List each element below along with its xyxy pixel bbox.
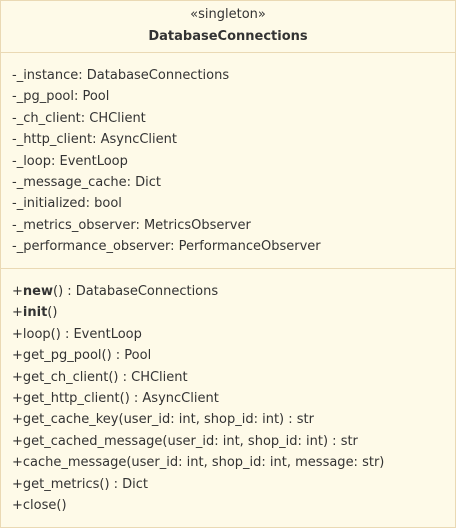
attribute-performance-observer: -_performance_observer: PerformanceObser… [12, 239, 321, 255]
attribute-message-cache: -_message_cache: Dict [12, 175, 161, 191]
method-get-cache-key: +get_cache_key(user_id: int, shop_id: in… [12, 412, 314, 428]
stereotype-label: «singleton» [190, 7, 266, 22]
method-new-signature: () : DatabaseConnections [53, 284, 219, 299]
method-get-cached-message: +get_cached_message(user_id: int, shop_i… [12, 433, 358, 449]
method-cache-message: +cache_message(user_id: int, shop_id: in… [12, 455, 385, 471]
methods-compartment: +new() : DatabaseConnections +init() +lo… [1, 269, 455, 516]
attribute-initialized: -_initialized: bool [12, 196, 122, 212]
method-close: +close() [12, 498, 67, 514]
method-new: +new() : DatabaseConnections [12, 281, 455, 302]
attribute-metrics-observer: -_metrics_observer: MetricsObserver [12, 217, 251, 233]
method-init-visibility: + [12, 305, 23, 321]
method-get-pg-pool: +get_pg_pool() : Pool [12, 348, 152, 364]
class-header: «singleton» DatabaseConnections [1, 1, 455, 53]
method-new-visibility: + [12, 284, 23, 299]
attribute-loop: -_loop: EventLoop [12, 153, 128, 169]
method-init-name: init [22, 305, 48, 321]
method-new-name: new [22, 284, 53, 299]
method-loop: +loop() : EventLoop [12, 326, 142, 342]
method-get-http-client: +get_http_client() : AsyncClient [12, 391, 219, 407]
attribute-pg-pool: -_pg_pool: Pool [12, 89, 110, 105]
attribute-ch-client: -_ch_client: CHClient [12, 110, 146, 126]
method-get-metrics: +get_metrics() : Dict [12, 476, 149, 492]
attribute-instance: -_instance: DatabaseConnections [12, 68, 230, 83]
method-init: +init() [12, 302, 455, 323]
attributes-compartment: -_instance: DatabaseConnections -_pg_poo… [1, 53, 455, 269]
class-name: DatabaseConnections [148, 29, 308, 44]
method-init-signature: () [47, 305, 58, 321]
attribute-http-client: -_http_client: AsyncClient [12, 132, 177, 148]
uml-class-box: «singleton» DatabaseConnections -_instan… [0, 0, 456, 528]
method-get-ch-client: +get_ch_client() : CHClient [12, 369, 188, 385]
